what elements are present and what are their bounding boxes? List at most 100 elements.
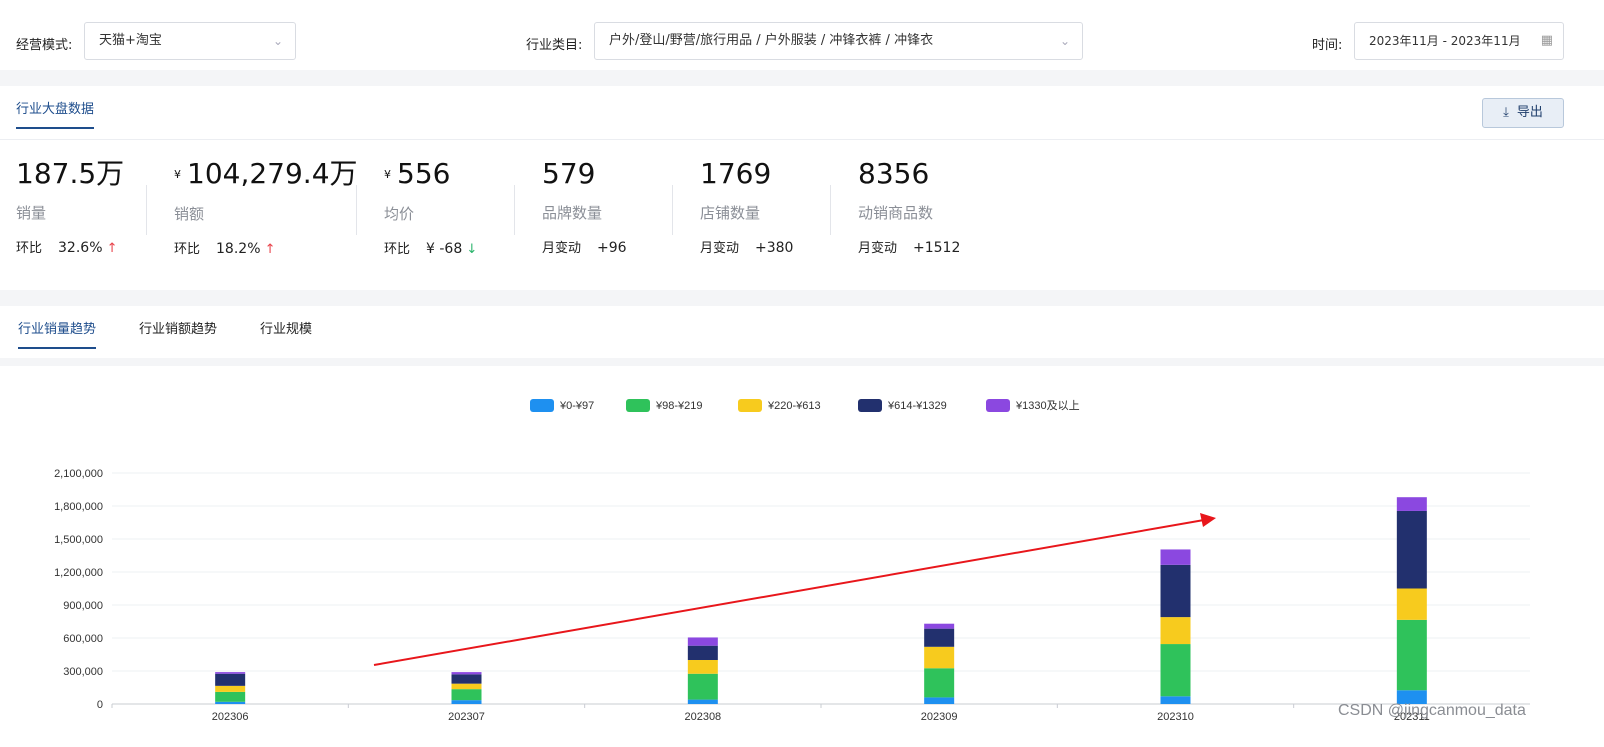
tab-industry-overview[interactable]: 行业大盘数据 — [16, 98, 95, 129]
metric-change: 月变动 +96 — [542, 240, 627, 256]
legend-swatch — [986, 399, 1010, 412]
bar-segment — [215, 685, 246, 692]
metric-value: 187.5万 — [16, 157, 125, 190]
x-tick-label: 202306 — [212, 711, 249, 723]
divider — [356, 185, 357, 235]
x-tick-label: 202310 — [1157, 711, 1194, 723]
bar-segment — [924, 646, 955, 669]
metric-brand-count: 579 品牌数量 月变动 +96 — [542, 156, 627, 256]
bar-segment — [1396, 588, 1427, 620]
tab-sales-amount-trend[interactable]: 行业销额趋势 — [139, 318, 217, 337]
legend-swatch — [858, 399, 882, 412]
x-tick-label: 202309 — [921, 711, 958, 723]
legend-swatch — [626, 399, 650, 412]
legend-label: ¥98-¥219 — [655, 400, 703, 412]
bar-segment — [215, 672, 246, 674]
mode-select[interactable]: 天猫+淘宝 ⌄ — [84, 22, 296, 60]
y-tick-label: 900,000 — [63, 600, 103, 612]
date-range-picker[interactable]: 2023年11月 - 2023年11月 ▦ — [1354, 22, 1564, 60]
metric-label: 店铺数量 — [700, 204, 761, 222]
bar-segment — [451, 683, 482, 690]
legend-label: ¥614-¥1329 — [887, 400, 947, 412]
y-tick-label: 1,200,000 — [54, 567, 103, 579]
export-button[interactable]: ⤓ 导出 — [1482, 98, 1564, 128]
trend-arrow-head — [1200, 513, 1216, 527]
metric-label: 均价 — [384, 205, 415, 223]
y-tick-label: 2,100,000 — [54, 468, 103, 480]
bar-segment — [924, 697, 955, 704]
bar-segment — [924, 623, 955, 629]
bar-segment — [215, 673, 246, 686]
metric-change: 月变动 +380 — [700, 240, 794, 256]
y-tick-label: 1,800,000 — [54, 501, 103, 513]
metric-value: 1769 — [700, 157, 772, 190]
x-tick-label: 202308 — [684, 711, 721, 723]
category-select[interactable]: 户外/登山/野营/旅行用品 / 户外服装 / 冲锋衣裤 / 冲锋衣 ⌄ — [594, 22, 1083, 60]
arrow-up-icon: ↑ — [264, 242, 276, 257]
y-tick-label: 0 — [97, 699, 103, 711]
trend-arrow-line — [373, 519, 1205, 666]
divider — [146, 185, 147, 235]
metric-label: 销量 — [16, 204, 47, 222]
metric-value: ¥556 — [384, 157, 451, 190]
bar-segment — [1160, 564, 1191, 618]
bar-segment — [451, 700, 482, 704]
y-tick-label: 1,500,000 — [54, 534, 103, 546]
metric-value: 8356 — [858, 157, 930, 190]
metric-label: 动销商品数 — [858, 204, 934, 222]
bar-segment — [687, 637, 718, 646]
metric-change: 月变动 +1512 — [858, 240, 961, 256]
trend-tabs: 行业销量趋势 行业销额趋势 行业规模 — [0, 306, 1604, 358]
metric-change: 环比 ¥ -68 ↓ — [384, 241, 478, 257]
bar-segment — [215, 701, 246, 704]
time-label: 时间: — [1312, 38, 1343, 53]
y-tick-label: 300,000 — [63, 666, 103, 678]
date-range-value: 2023年11月 - 2023年11月 — [1369, 34, 1521, 48]
filter-bar: 经营模式: 天猫+淘宝 ⌄ 行业类目: 户外/登山/野营/旅行用品 / 户外服装… — [0, 0, 1604, 70]
bar-segment — [687, 673, 718, 700]
bar-segment — [687, 699, 718, 704]
overview-panel: 行业大盘数据 ⤓ 导出 187.5万 销量 环比 32.6% ↑ ¥104,279.… — [0, 86, 1604, 290]
bar-segment — [924, 628, 955, 647]
calendar-icon: ▦ — [1540, 33, 1553, 48]
arrow-down-icon: ↓ — [466, 242, 478, 257]
legend-label: ¥0-¥97 — [559, 400, 594, 412]
divider — [514, 185, 515, 235]
category-label: 行业类目: — [526, 38, 583, 53]
bar-segment — [1396, 497, 1427, 511]
metric-sales-volume: 187.5万 销量 环比 32.6% ↑ — [16, 156, 124, 256]
metric-sales-amount: ¥104,279.4万 销额 环比 18.2% ↑ — [174, 156, 358, 257]
watermark: CSDN @jingcanmou_data — [1338, 702, 1526, 719]
metric-label: 品牌数量 — [542, 204, 603, 222]
legend-swatch — [738, 399, 762, 412]
bar-segment — [451, 689, 482, 701]
bar-segment — [1160, 549, 1191, 565]
bar-segment — [1396, 619, 1427, 691]
legend-label: ¥220-¥613 — [767, 400, 821, 412]
metric-store-count: 1769 店铺数量 月变动 +380 — [700, 156, 793, 256]
chart-panel: 0 300,000 600,000 900,000 1,200,000 1,500,000… — [0, 366, 1604, 747]
bar-segment — [924, 668, 955, 698]
x-tick-label: 202307 — [448, 711, 485, 723]
bar-segment — [451, 672, 482, 675]
mode-select-value: 天猫+淘宝 — [99, 33, 162, 48]
divider — [0, 139, 1604, 140]
arrow-up-icon: ↑ — [106, 241, 118, 256]
download-icon: ⤓ — [1503, 105, 1509, 120]
legend-swatch — [530, 399, 554, 412]
chevron-down-icon: ⌄ — [272, 34, 283, 48]
export-label: 导出 — [1516, 105, 1543, 120]
tab-sales-volume-trend[interactable]: 行业销量趋势 — [18, 318, 97, 349]
tab-industry-scale[interactable]: 行业规模 — [260, 318, 312, 337]
bar-segment — [451, 674, 482, 684]
metric-change: 环比 18.2% ↑ — [174, 241, 276, 257]
category-select-value: 户外/登山/野营/旅行用品 / 户外服装 / 冲锋衣裤 / 冲锋衣 — [609, 33, 934, 48]
metric-label: 销额 — [174, 205, 205, 223]
divider — [672, 185, 673, 235]
metric-avg-price: ¥556 均价 环比 ¥ -68 ↓ — [384, 156, 477, 257]
legend-label: ¥1330及以上 — [1015, 399, 1080, 412]
metric-value: ¥104,279.4万 — [174, 157, 358, 190]
bar-segment — [1160, 644, 1191, 697]
metric-change: 环比 32.6% ↑ — [16, 240, 118, 256]
bar-segment — [687, 660, 718, 674]
